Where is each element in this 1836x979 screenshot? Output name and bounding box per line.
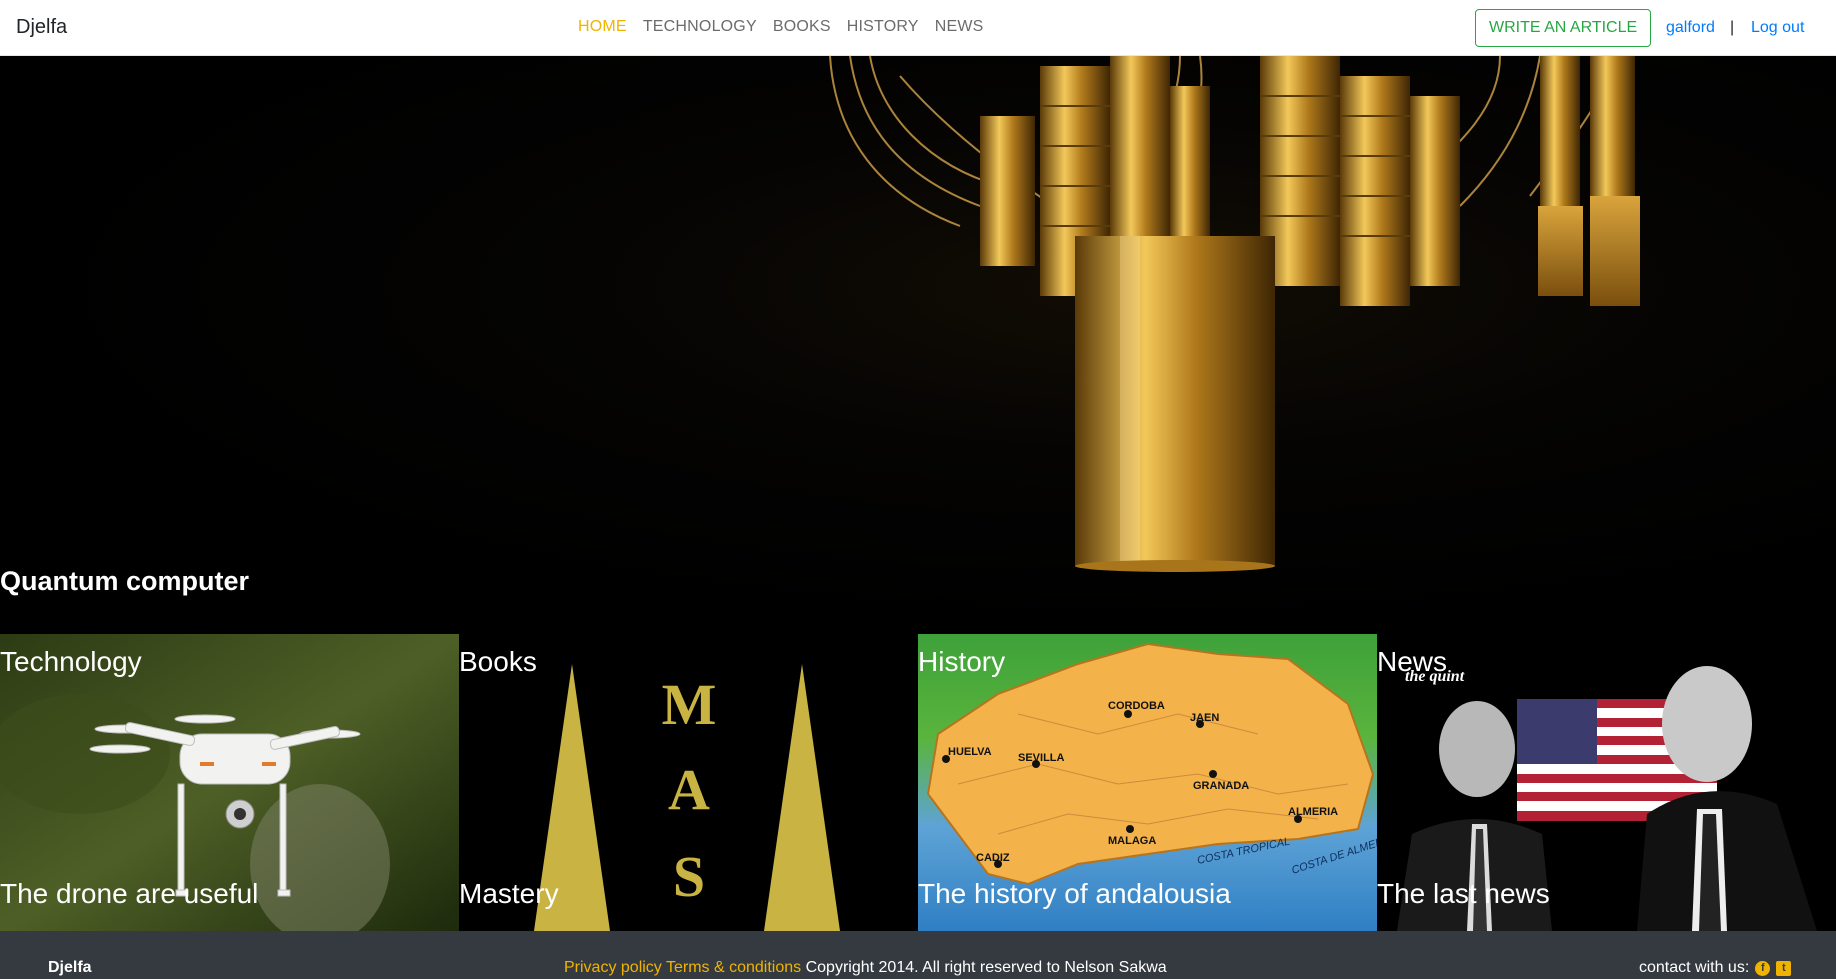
copyright-text: Copyright 2014. All right reserved to Ne… — [805, 959, 1167, 976]
nav-books[interactable]: BOOKS — [773, 18, 831, 36]
map-label: MALAGA — [1108, 835, 1156, 847]
map-label: HUELVA — [948, 746, 992, 758]
tile-category-label[interactable]: News — [1377, 646, 1447, 678]
tile-category-label[interactable]: Technology — [0, 646, 142, 678]
write-article-button[interactable]: WRITE AN ARTICLE — [1475, 9, 1652, 47]
tile-news[interactable]: the quint News The last news — [1377, 634, 1836, 931]
tile-article-title[interactable]: The drone are useful — [0, 878, 258, 910]
tile-history[interactable]: CORDOBA JAEN SEVILLA GRANADA HUELVA MALA… — [918, 634, 1377, 931]
category-tiles: Technology The drone are useful M A S Bo… — [0, 634, 1836, 931]
footer-links: Privacy policy Terms & conditions Copyri… — [564, 959, 1167, 977]
logout-link[interactable]: Log out — [1751, 19, 1804, 37]
nav-home[interactable]: HOME — [578, 18, 627, 36]
facebook-icon[interactable]: f — [1755, 960, 1771, 976]
nav-technology[interactable]: TECHNOLOGY — [643, 18, 757, 36]
main-nav: HOME TECHNOLOGY BOOKS HISTORY NEWS — [578, 18, 984, 36]
terms-link[interactable]: Terms & conditions — [666, 959, 801, 976]
quantum-computer-image — [829, 56, 1640, 572]
twitter-icon[interactable]: t — [1776, 960, 1792, 976]
tile-category-label[interactable]: History — [918, 646, 1005, 678]
tile-article-title[interactable]: The last news — [1377, 878, 1550, 910]
cover-letter-m: M — [662, 672, 717, 737]
map-label: SEVILLA — [1018, 752, 1065, 764]
hero-title[interactable]: Quantum computer — [0, 566, 249, 597]
map-label: JAEN — [1190, 712, 1219, 724]
map-label: GRANADA — [1193, 780, 1249, 792]
tile-article-title[interactable]: The history of andalousia — [918, 878, 1231, 910]
footer-brand[interactable]: Djelfa — [48, 959, 92, 977]
top-navbar: Djelfa HOME TECHNOLOGY BOOKS HISTORY NEW… — [0, 0, 1836, 56]
nav-history[interactable]: HISTORY — [847, 18, 919, 36]
tile-technology[interactable]: Technology The drone are useful — [0, 634, 459, 931]
map-label: CORDOBA — [1108, 700, 1165, 712]
brand-logo[interactable]: Djelfa — [16, 16, 67, 39]
map-label: ALMERIA — [1288, 806, 1338, 818]
username-link[interactable]: galford — [1666, 19, 1715, 37]
nav-news[interactable]: NEWS — [935, 18, 984, 36]
cover-letter-s: S — [673, 844, 705, 909]
privacy-policy-link[interactable]: Privacy policy — [564, 959, 662, 976]
contact-section: contact with us: f t — [1639, 959, 1792, 977]
cover-letter-a: A — [668, 757, 710, 822]
hero-banner[interactable]: Quantum computer — [0, 56, 1836, 634]
nav-separator: | — [1730, 19, 1735, 36]
site-footer: Djelfa Privacy policy Terms & conditions… — [0, 931, 1836, 979]
map-label: CADIZ — [976, 852, 1010, 864]
tile-article-title[interactable]: Mastery — [459, 878, 559, 910]
tile-books[interactable]: M A S Books Mastery — [459, 634, 918, 931]
tile-category-label[interactable]: Books — [459, 646, 537, 678]
contact-label: contact with us: — [1639, 959, 1750, 976]
